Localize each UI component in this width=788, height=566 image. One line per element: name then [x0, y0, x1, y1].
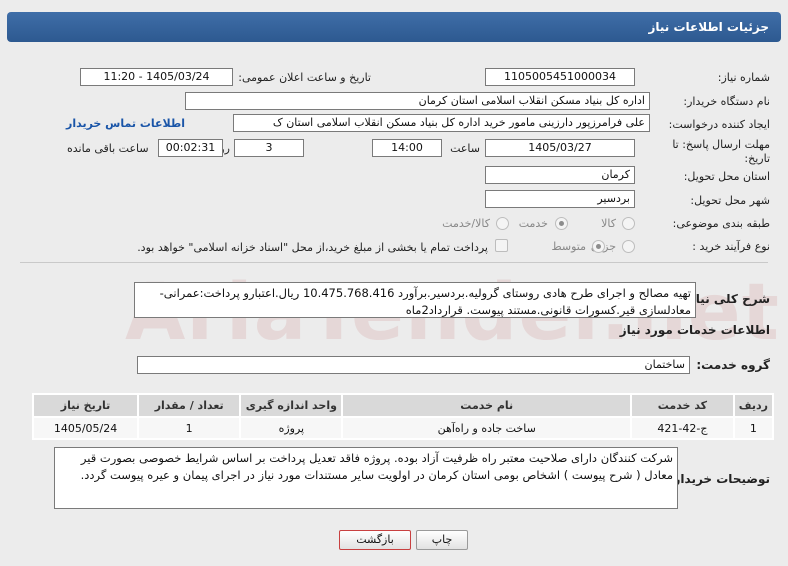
description-label: شرح کلی نیاز: [684, 292, 770, 306]
page-title: جزئیات اطلاعات نیاز [648, 20, 769, 34]
divider [20, 262, 768, 263]
treasury-checkbox[interactable] [495, 239, 508, 252]
remaining-time-field[interactable]: 00:02:31 [158, 139, 223, 157]
table-header-row: ردیف کد خدمت نام خدمت واحد اندازه گیری ت… [31, 393, 775, 418]
deadline-date-field[interactable]: 1405/03/27 [485, 139, 635, 157]
need-number-label: شماره نیاز: [717, 71, 770, 84]
back-button[interactable]: بازگشت [339, 530, 411, 550]
cell-code: ج-42-421 [630, 416, 735, 440]
category-both-label: کالا/خدمت [442, 217, 490, 230]
services-section-title: اطلاعات خدمات مورد نیاز [619, 323, 770, 337]
days-remaining-field[interactable]: 3 [234, 139, 304, 157]
announce-label: تاریخ و ساعت اعلان عمومی: [238, 71, 371, 84]
process-medium-label: متوسط [551, 240, 586, 253]
process-medium-radio[interactable] [592, 240, 605, 253]
need-number-field[interactable]: 1105005451000034 [485, 68, 635, 86]
buyer-org-field[interactable]: اداره کل بنیاد مسکن انقلاب اسلامی استان … [185, 92, 650, 110]
table-row[interactable]: 1 ج-42-421 ساخت جاده و راه‌آهن پروژه 1 1… [31, 416, 775, 440]
creator-field[interactable]: علی فرامرزپور دارزینی مامور خرید اداره ک… [233, 114, 650, 132]
process-label: نوع فرآیند خرید : [692, 240, 770, 253]
treasury-note: پرداخت تمام یا بخشی از مبلغ خرید،از محل … [137, 241, 488, 254]
col-date: تاریخ نیاز [31, 393, 140, 418]
col-code: کد خدمت [630, 393, 735, 418]
deadline-label: مهلت ارسال پاسخ: تا تاریخ: [672, 138, 770, 165]
description-textarea[interactable]: تهیه مصالح و اجرای طرح هادی روستای گرولی… [134, 282, 696, 318]
buyer-notes-label: توضیحات خریدار: [668, 472, 770, 486]
creator-label: ایجاد کننده درخواست: [668, 118, 770, 131]
service-group-field[interactable]: ساختمان [137, 356, 690, 374]
print-button[interactable]: چاپ [416, 530, 468, 550]
buyer-contact-link[interactable]: اطلاعات تماس خریدار [66, 117, 185, 130]
col-unit: واحد اندازه گیری [239, 393, 344, 418]
remaining-time-label: ساعت باقی مانده [67, 142, 149, 155]
buyer-notes-textarea[interactable]: شرکت کنندگان دارای صلاحیت معتبر راه ظرفی… [54, 447, 678, 509]
col-name: نام خدمت [341, 393, 633, 418]
category-goods-radio[interactable] [622, 217, 635, 230]
announce-field[interactable]: 1405/03/24 - 11:20 [80, 68, 233, 86]
service-group-label: گروه خدمت: [696, 358, 770, 372]
cell-unit: پروژه [239, 416, 344, 440]
city-label: شهر محل تحویل: [690, 194, 770, 207]
services-table: ردیف کد خدمت نام خدمت واحد اندازه گیری ت… [31, 393, 775, 440]
deadline-time-field[interactable]: 14:00 [372, 139, 442, 157]
province-label: استان محل تحویل: [683, 170, 770, 183]
col-qty: تعداد / مقدار [137, 393, 242, 418]
cell-qty: 1 [137, 416, 242, 440]
category-service-radio[interactable] [555, 217, 568, 230]
category-both-radio[interactable] [496, 217, 509, 230]
process-minor-radio[interactable] [622, 240, 635, 253]
cell-row: 1 [732, 416, 775, 440]
category-goods-label: کالا [601, 217, 616, 230]
city-field[interactable]: بردسیر [485, 190, 635, 208]
province-field[interactable]: کرمان [485, 166, 635, 184]
need-details-page: AriaTender.net جزئیات اطلاعات نیاز شماره… [0, 0, 788, 566]
deadline-time-label: ساعت [450, 142, 480, 155]
cell-date: 1405/05/24 [31, 416, 140, 440]
col-row: ردیف [732, 393, 775, 418]
buyer-org-label: نام دستگاه خریدار: [683, 95, 770, 108]
page-header: جزئیات اطلاعات نیاز [7, 12, 781, 42]
category-service-label: خدمت [518, 217, 548, 230]
cell-name: ساخت جاده و راه‌آهن [341, 416, 633, 440]
category-label: طبقه بندی موضوعی: [672, 217, 770, 230]
